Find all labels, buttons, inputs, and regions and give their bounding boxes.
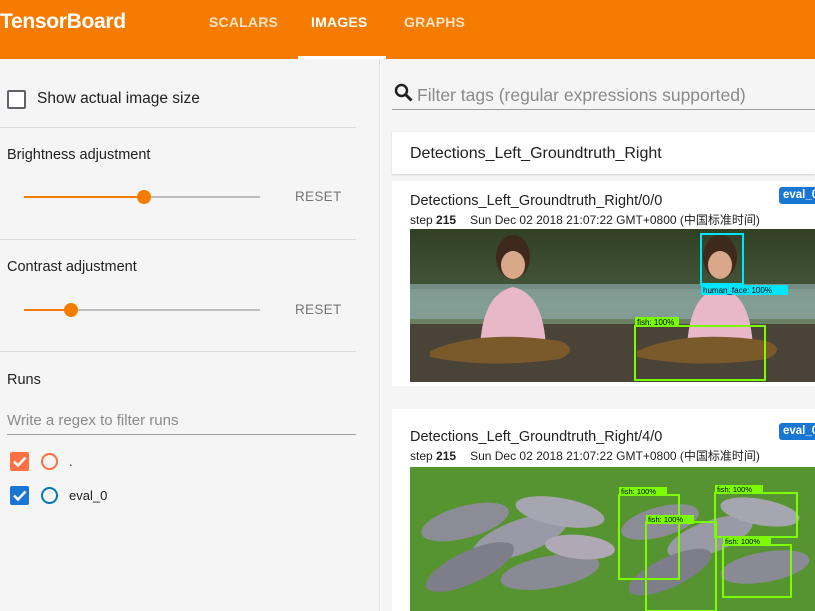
show-actual-size-checkbox[interactable] xyxy=(7,90,26,109)
card-title: Detections_Left_Groundtruth_Right/4/0 xyxy=(410,429,663,445)
divider xyxy=(0,351,356,352)
step-value: 215 xyxy=(436,449,457,463)
box-label: fish: 100% xyxy=(648,515,683,524)
brightness-slider-fill xyxy=(24,196,145,198)
brightness-slider-thumb[interactable] xyxy=(137,190,152,204)
card-meta: step 215 Sun Dec 02 2018 21:07:22 GMT+080… xyxy=(410,211,760,228)
main-content: Detections_Left_Groundtruth_Right Detect… xyxy=(381,59,815,611)
sidebar: Show actual image size Brightness adjust… xyxy=(0,59,380,611)
box-label: fish: 100% xyxy=(621,487,656,496)
run-badge: eval_0 xyxy=(779,187,815,204)
run-color-circle-eval0[interactable] xyxy=(41,487,58,504)
tag-group-header[interactable]: Detections_Left_Groundtruth_Right xyxy=(392,132,815,174)
box-label: fish: 100% xyxy=(717,485,752,494)
tag-group-title: Detections_Left_Groundtruth_Right xyxy=(410,145,662,162)
right-box-label: fish: 100% xyxy=(637,318,674,327)
box-label: fish: 100% xyxy=(725,537,760,546)
run-color-circle-dot[interactable] xyxy=(41,453,58,470)
divider xyxy=(0,127,356,128)
top-app-bar: TensorBoard SCALARS IMAGES GRAPHS xyxy=(0,0,815,59)
image-card: Detections_Left_Groundtruth_Right/0/0 ev… xyxy=(392,181,815,386)
tab-scalars[interactable]: SCALARS xyxy=(209,14,278,30)
contrast-label: Contrast adjustment xyxy=(7,259,137,275)
show-actual-size-label[interactable]: Show actual image size xyxy=(37,90,200,108)
run-checkbox-dot[interactable] xyxy=(10,452,29,471)
card-title: Detections_Left_Groundtruth_Right/0/0 xyxy=(410,193,663,209)
contrast-slider-thumb[interactable] xyxy=(64,303,79,317)
brightness-label: Brightness adjustment xyxy=(7,147,151,163)
timestamp: Sun Dec 02 2018 21:07:22 GMT+0800 (中国标准时… xyxy=(470,449,760,463)
step-label: step xyxy=(410,213,433,227)
tag-filter-input[interactable] xyxy=(417,81,815,109)
card-meta: step 215 Sun Dec 02 2018 21:07:22 GMT+080… xyxy=(410,447,760,464)
runs-title: Runs xyxy=(7,372,41,388)
face-box-label: human_face: 100% xyxy=(703,286,772,295)
filter-underline xyxy=(392,109,815,110)
detection-image[interactable]: fish: 100% fish: 100% fish: 100% fish: 1… xyxy=(410,467,815,611)
run-checkbox-eval0[interactable] xyxy=(10,486,29,505)
step-value: 215 xyxy=(436,213,457,227)
detection-image[interactable]: human_face: 100% fish: 100% xyxy=(410,229,815,382)
contrast-reset-button[interactable]: RESET xyxy=(295,302,342,317)
runs-filter-input[interactable] xyxy=(7,407,356,435)
run-label-eval0: eval_0 xyxy=(69,488,108,503)
run-label-dot: . xyxy=(69,454,73,469)
check-icon xyxy=(13,456,27,468)
divider xyxy=(0,239,356,240)
tab-images[interactable]: IMAGES xyxy=(311,14,367,30)
check-icon xyxy=(13,490,27,502)
step-label: step xyxy=(410,449,433,463)
run-badge: eval_0 xyxy=(779,423,815,440)
tab-graphs[interactable]: GRAPHS xyxy=(404,14,465,30)
app-title: TensorBoard xyxy=(0,10,126,33)
search-icon xyxy=(394,83,413,102)
timestamp: Sun Dec 02 2018 21:07:22 GMT+0800 (中国标准时… xyxy=(470,213,760,227)
brightness-reset-button[interactable]: RESET xyxy=(295,189,342,204)
image-card: Detections_Left_Groundtruth_Right/4/0 ev… xyxy=(392,409,815,611)
